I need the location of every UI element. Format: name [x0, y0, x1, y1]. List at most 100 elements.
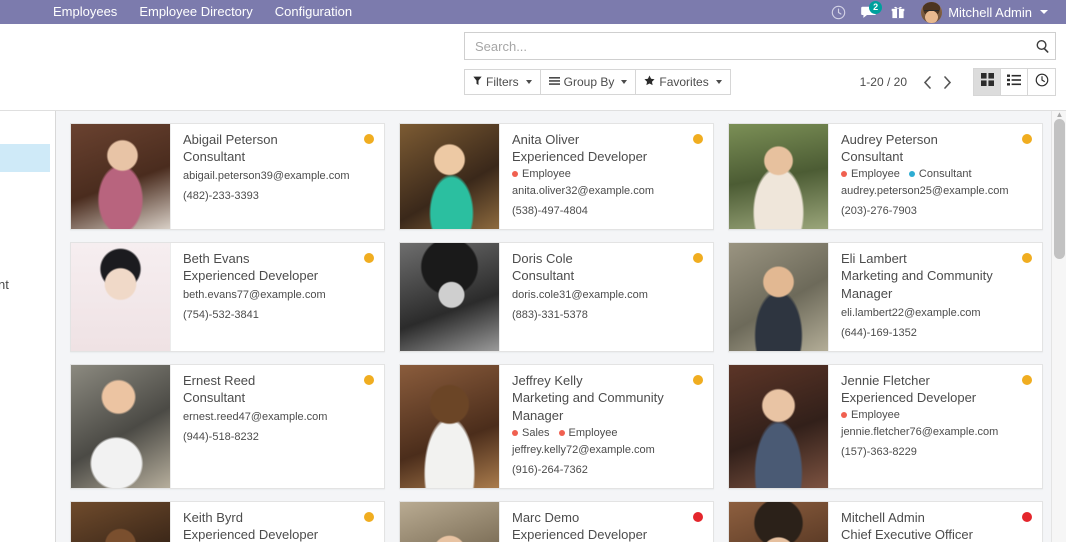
employee-card-body: Doris Cole Consultant doris.cole31@example…: [500, 243, 713, 351]
employee-job-title: Marketing and Community Manager: [841, 268, 993, 301]
employee-phone[interactable]: (883)-331-5378: [512, 305, 703, 325]
status-badge[interactable]: [693, 134, 703, 144]
user-menu[interactable]: Mitchell Admin: [913, 1, 1052, 23]
nav-employee-directory[interactable]: Employee Directory: [128, 0, 263, 24]
employee-name: Beth Evans: [183, 251, 250, 266]
favorites-button[interactable]: Favorites: [635, 69, 731, 95]
view-list[interactable]: [1001, 69, 1028, 95]
employee-tag: Employee: [512, 168, 571, 180]
employee-phone[interactable]: (916)-264-7362: [512, 460, 703, 480]
status-badge[interactable]: [693, 375, 703, 385]
clock-icon: [1035, 73, 1049, 92]
hamburger-lines-icon: [548, 75, 560, 89]
employee-card[interactable]: Keith Byrd Experienced Developer: [70, 501, 385, 542]
employee-name: Eli Lambert: [841, 251, 907, 266]
employee-tag-label: Employee: [851, 168, 900, 180]
nav-employees[interactable]: Employees: [42, 0, 128, 24]
employee-job-title: Consultant: [183, 149, 246, 164]
groupby-label: Group By: [563, 75, 615, 89]
photo-eli-lambert: [729, 243, 829, 351]
employee-tag-label: Consultant: [918, 168, 972, 180]
employee-card[interactable]: Doris Cole Consultant doris.cole31@example…: [399, 242, 714, 352]
kanban-grid: Abigail Peterson Consultant abigail.peters…: [70, 123, 1066, 542]
clock-icon[interactable]: [823, 0, 853, 24]
status-badge[interactable]: [1022, 253, 1032, 263]
status-badge[interactable]: [1022, 134, 1032, 144]
status-badge[interactable]: [693, 253, 703, 263]
employee-tag-label: Sales: [522, 427, 550, 439]
photo-mitchell-admin: [729, 502, 829, 542]
employee-tags: Employee Consultant: [841, 168, 1032, 180]
employee-card[interactable]: Beth Evans Experienced Developer beth.evan…: [70, 242, 385, 352]
employee-email[interactable]: jeffrey.kelly72@example.com: [512, 440, 703, 460]
filters-button[interactable]: Filters: [464, 69, 540, 95]
chevron-down-icon: [715, 80, 722, 84]
photo-anita-oliver: [400, 124, 500, 229]
employee-card[interactable]: Audrey Peterson Consultant Employee Consult…: [728, 123, 1043, 230]
chevron-left-icon[interactable]: [917, 70, 937, 94]
employee-phone[interactable]: (482)-233-3393: [183, 186, 374, 206]
employee-name: Ernest Reed: [183, 373, 256, 388]
search-input[interactable]: [473, 37, 1027, 55]
employee-card-body: Anita Oliver Experienced Developer Employe…: [500, 124, 713, 229]
vertical-scrollbar[interactable]: ▲: [1051, 111, 1066, 542]
employee-phone[interactable]: (157)-363-8229: [841, 442, 1032, 462]
content-area: nt Abigail Peterson Consultant abigail.pet…: [0, 111, 1066, 542]
filter-funnel-icon: [473, 75, 482, 89]
employee-phone[interactable]: (644)-169-1352: [841, 323, 1032, 343]
status-badge[interactable]: [364, 253, 374, 263]
employee-tag: Employee: [841, 168, 900, 180]
scrollbar-thumb[interactable]: [1054, 119, 1065, 259]
employee-name: Doris Cole: [512, 251, 573, 266]
employee-phone[interactable]: (538)-497-4804: [512, 201, 703, 221]
employee-card[interactable]: Jeffrey Kelly Marketing and Community Man…: [399, 364, 714, 489]
chevron-right-icon[interactable]: [937, 70, 957, 94]
groupby-button[interactable]: Group By: [539, 69, 636, 95]
status-badge[interactable]: [364, 512, 374, 522]
scroll-up-arrow[interactable]: ▲: [1055, 111, 1064, 119]
employee-card[interactable]: Ernest Reed Consultant ernest.reed47@examp…: [70, 364, 385, 489]
search-bar[interactable]: [464, 32, 1056, 60]
employee-email[interactable]: doris.cole31@example.com: [512, 285, 703, 305]
employee-card[interactable]: Anita Oliver Experienced Developer Employe…: [399, 123, 714, 230]
employee-phone[interactable]: (754)-532-3841: [183, 305, 374, 325]
employee-card-body: Eli Lambert Marketing and Community Manag…: [829, 243, 1042, 351]
status-badge[interactable]: [693, 512, 703, 522]
employee-card-body: Keith Byrd Experienced Developer: [171, 502, 384, 542]
employee-card[interactable]: Abigail Peterson Consultant abigail.peters…: [70, 123, 385, 230]
employee-card[interactable]: Mitchell Admin Chief Executive Officer: [728, 501, 1043, 542]
sidebar-selected-item[interactable]: [0, 144, 50, 172]
employee-card-body: Jeffrey Kelly Marketing and Community Man…: [500, 365, 713, 488]
employee-phone[interactable]: (203)-276-7903: [841, 201, 1032, 221]
control-panel-bottom: Filters Group By Favorites 1-20 / 20: [464, 68, 1056, 96]
status-badge[interactable]: [364, 134, 374, 144]
employee-email[interactable]: abigail.peterson39@example.com: [183, 166, 374, 186]
employee-email[interactable]: jennie.fletcher76@example.com: [841, 422, 1032, 442]
employee-card[interactable]: Marc Demo Experienced Developer: [399, 501, 714, 542]
nav-configuration[interactable]: Configuration: [264, 0, 363, 24]
employee-email[interactable]: anita.oliver32@example.com: [512, 181, 703, 201]
employee-card[interactable]: Jennie Fletcher Experienced Developer Empl…: [728, 364, 1043, 489]
search-icon[interactable]: [1035, 33, 1050, 59]
employee-email[interactable]: audrey.peterson25@example.com: [841, 181, 1032, 201]
employee-card[interactable]: Eli Lambert Marketing and Community Manag…: [728, 242, 1043, 352]
chat-bubble-icon[interactable]: 2: [853, 0, 883, 24]
photo-ernest-reed: [71, 365, 171, 488]
status-badge[interactable]: [1022, 375, 1032, 385]
employee-name: Jennie Fletcher: [841, 373, 930, 388]
employee-name: Mitchell Admin: [841, 510, 925, 525]
gift-icon[interactable]: [883, 0, 913, 24]
user-avatar: [921, 1, 943, 23]
employee-email[interactable]: eli.lambert22@example.com: [841, 303, 1032, 323]
employee-card-body: Jennie Fletcher Experienced Developer Empl…: [829, 365, 1042, 488]
employee-email[interactable]: beth.evans77@example.com: [183, 285, 374, 305]
view-kanban[interactable]: [974, 69, 1001, 95]
employee-job-title: Experienced Developer: [841, 390, 977, 405]
status-badge[interactable]: [364, 375, 374, 385]
status-badge[interactable]: [1022, 512, 1032, 522]
view-activity[interactable]: [1028, 69, 1055, 95]
employee-phone[interactable]: (944)-518-8232: [183, 427, 374, 447]
employee-name: Jeffrey Kelly: [512, 373, 583, 388]
employee-email[interactable]: ernest.reed47@example.com: [183, 407, 374, 427]
pager: 1-20 / 20: [860, 70, 957, 94]
